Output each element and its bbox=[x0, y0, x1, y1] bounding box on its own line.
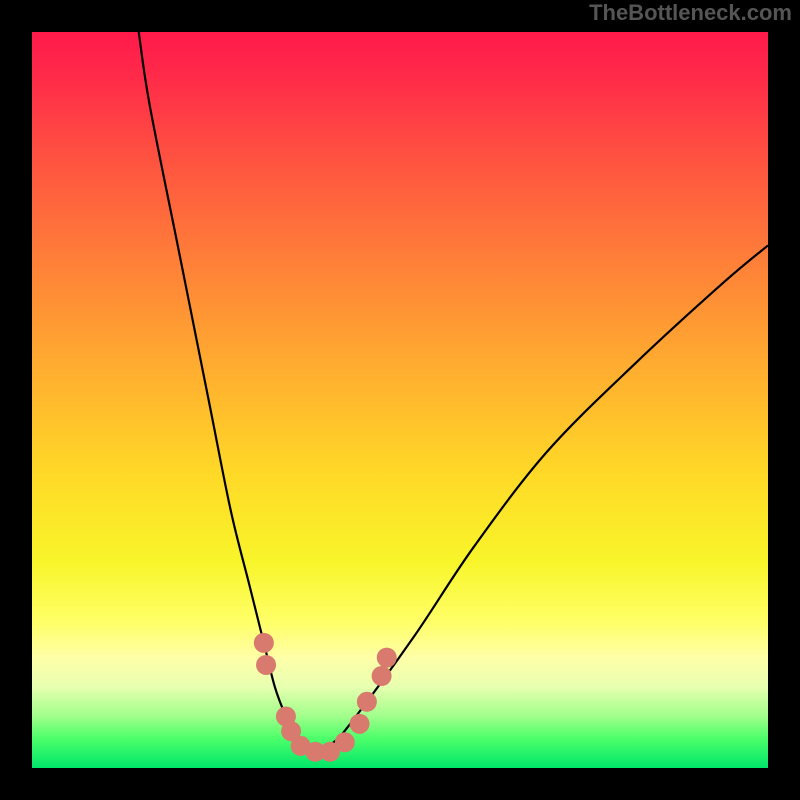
bottleneck-chart: TheBottleneck.com bbox=[0, 0, 800, 800]
curve-marker bbox=[377, 648, 397, 668]
curve-marker bbox=[350, 714, 370, 734]
curve-marker bbox=[256, 655, 276, 675]
curve-marker bbox=[254, 633, 274, 653]
curve-marker bbox=[357, 692, 377, 712]
curve-marker bbox=[372, 666, 392, 686]
watermark-text: TheBottleneck.com bbox=[589, 0, 792, 25]
curve-marker bbox=[335, 732, 355, 752]
